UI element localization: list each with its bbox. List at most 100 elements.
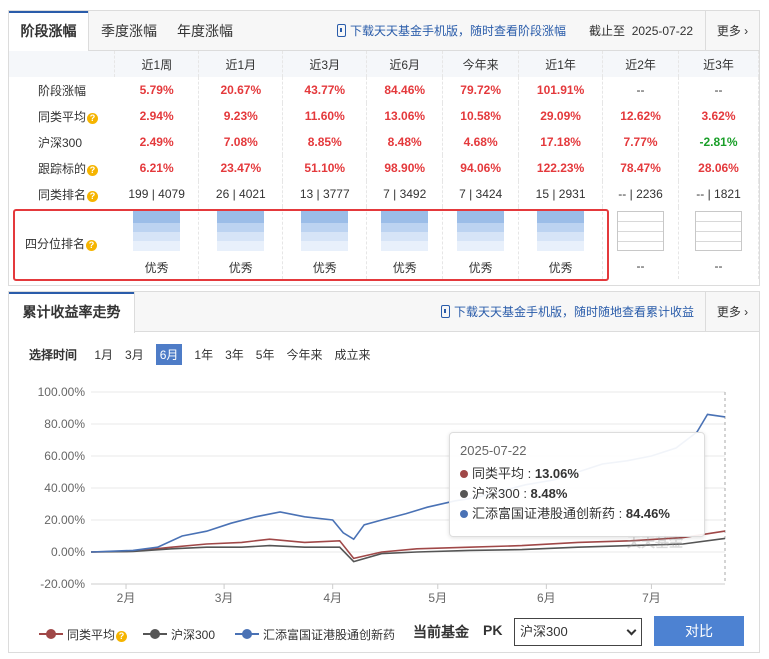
legend-label: 汇添富国证港股通创新药 bbox=[263, 628, 396, 642]
quartile-bar bbox=[381, 211, 429, 251]
series-dot-icon bbox=[460, 510, 468, 518]
range-option-7[interactable]: 成立来 bbox=[335, 346, 371, 363]
table-cell: -- | 2236 bbox=[602, 181, 680, 207]
col-header: 近1月 bbox=[198, 51, 284, 77]
trend-more-link[interactable]: 更多 › bbox=[705, 292, 759, 332]
range-option-6[interactable]: 今年来 bbox=[286, 346, 322, 363]
y-tick-label: 100.00% bbox=[38, 385, 86, 399]
x-tick-label: 3月 bbox=[215, 591, 234, 605]
trend-panel: 累计收益率走势 下载天天基金手机版，随时随地查看累计收益 更多 › 选择时间 1… bbox=[8, 291, 760, 653]
help-icon[interactable]: ? bbox=[87, 112, 99, 124]
col-header: 近1周 bbox=[114, 51, 200, 77]
col-header: 近2年 bbox=[602, 51, 680, 77]
pk-label: 当前基金 bbox=[413, 624, 469, 640]
range-option-5[interactable]: 5年 bbox=[256, 346, 275, 363]
table-cell: 7.08% bbox=[198, 129, 284, 155]
compare-select[interactable]: 沪深300 bbox=[514, 618, 642, 646]
col-header: 今年来 bbox=[442, 51, 520, 77]
help-icon[interactable]: ? bbox=[87, 164, 99, 176]
table-row: 阶段涨幅 5.79% 20.67% 43.77% 84.46% 79.72% 101.91%… bbox=[9, 77, 759, 103]
tab-year[interactable]: 年度涨幅 bbox=[177, 11, 233, 51]
download-app-link[interactable]: 下载天天基金手机版，随时查看阶段涨幅 bbox=[337, 11, 566, 51]
table-cell: 12.62% bbox=[602, 103, 680, 129]
table-cell: 26 | 4021 bbox=[198, 181, 284, 207]
help-icon[interactable]: ? bbox=[86, 239, 98, 251]
trend-download-text: 下载天天基金手机版，随时随地查看累计收益 bbox=[454, 305, 695, 319]
table-cell: 84.46% bbox=[366, 77, 444, 103]
table-cell: 4.68% bbox=[442, 129, 520, 155]
series-dot-icon bbox=[460, 490, 468, 498]
row-label: 同类排名? bbox=[9, 181, 115, 207]
quartile-bar bbox=[537, 211, 585, 251]
quartile-cell: 优秀 bbox=[366, 207, 444, 279]
help-icon[interactable]: ? bbox=[116, 631, 128, 642]
compare-button[interactable]: 对比 bbox=[654, 616, 744, 646]
table-cell: 98.90% bbox=[366, 155, 444, 181]
quartile-label: 四分位排名 bbox=[25, 236, 86, 251]
table-cell: 8.85% bbox=[282, 129, 368, 155]
y-tick-label: 60.00% bbox=[44, 449, 85, 463]
tooltip-series-value: 13.06% bbox=[534, 466, 579, 481]
trend-download-link[interactable]: 下载天天基金手机版，随时随地查看累计收益 bbox=[441, 292, 694, 332]
tab-quarter[interactable]: 季度涨幅 bbox=[101, 11, 157, 51]
quartile-cell: 优秀 bbox=[442, 207, 520, 279]
tooltip-series-name: 汇添富国证港股通创新药 bbox=[472, 506, 616, 521]
table-cell: 6.21% bbox=[114, 155, 200, 181]
quartile-cell: 优秀 bbox=[518, 207, 604, 279]
table-cell: 43.77% bbox=[282, 77, 368, 103]
x-tick-label: 2月 bbox=[117, 591, 136, 605]
table-cell: -- | 1821 bbox=[678, 181, 759, 207]
row-label: 阶段涨幅 bbox=[9, 77, 115, 103]
tooltip-series-name: 沪深300 bbox=[472, 486, 520, 501]
legend-marker-icon bbox=[39, 629, 63, 639]
range-option-4[interactable]: 3年 bbox=[225, 346, 244, 363]
table-row: 同类排名? 199 | 4079 26 | 4021 13 | 3777 7 | 349… bbox=[9, 181, 759, 207]
tooltip-series-value: 84.46% bbox=[625, 506, 670, 521]
y-tick-label: -20.00% bbox=[40, 577, 85, 591]
table-cell: 13 | 3777 bbox=[282, 181, 368, 207]
more-link[interactable]: 更多 › bbox=[705, 11, 759, 51]
pk-text: PK bbox=[483, 622, 503, 638]
asof-text: 截止至 bbox=[589, 24, 626, 38]
table-cell: 20.67% bbox=[198, 77, 284, 103]
quartile-text: -- bbox=[714, 259, 723, 273]
quartile-text: 优秀 bbox=[548, 261, 573, 275]
table-cell: 17.18% bbox=[518, 129, 604, 155]
range-option-1[interactable]: 3月 bbox=[125, 346, 144, 363]
quartile-cell: -- bbox=[602, 207, 680, 279]
quartile-row: 四分位排名? 优秀 优秀 优秀 优秀 优秀 优秀 -- -- bbox=[9, 207, 759, 279]
x-tick-label: 7月 bbox=[642, 591, 661, 605]
range-option-3[interactable]: 1年 bbox=[194, 346, 213, 363]
tab-stage[interactable]: 阶段涨幅 bbox=[9, 11, 89, 52]
table-row: 跟踪标的? 6.21% 23.47% 51.10% 98.90% 94.06% 122.23… bbox=[9, 155, 759, 181]
range-option-0[interactable]: 1月 bbox=[94, 346, 113, 363]
header-empty bbox=[9, 51, 116, 77]
row-label: 同类平均? bbox=[9, 103, 115, 129]
col-header: 近3年 bbox=[678, 51, 759, 77]
legend-item[interactable]: 同类平均? bbox=[39, 626, 128, 643]
quartile-cell: 优秀 bbox=[198, 207, 284, 279]
tooltip-row: 汇添富国证港股通创新药 : 84.46% bbox=[460, 504, 694, 524]
download-text: 下载天天基金手机版，随时查看阶段涨幅 bbox=[350, 24, 567, 38]
help-icon[interactable]: ? bbox=[87, 190, 99, 202]
quartile-text: 优秀 bbox=[392, 261, 417, 275]
table-cell: 7.77% bbox=[602, 129, 680, 155]
legend-item[interactable]: 汇添富国证港股通创新药 bbox=[235, 626, 395, 643]
quartile-bar bbox=[695, 211, 742, 251]
tooltip-row: 沪深300 : 8.48% bbox=[460, 484, 694, 504]
chart-tooltip: 2025-07-22 同类平均 : 13.06% 沪深300 : 8.48% 汇添富… bbox=[449, 432, 705, 537]
trend-title: 累计收益率走势 bbox=[9, 292, 135, 333]
table-cell: 122.23% bbox=[518, 155, 604, 181]
stage-performance-panel: 阶段涨幅 季度涨幅 年度涨幅 下载天天基金手机版，随时查看阶段涨幅 截止至 20… bbox=[8, 10, 760, 286]
chevron-right-icon: › bbox=[740, 305, 749, 319]
table-cell: -2.81% bbox=[678, 129, 759, 155]
tooltip-series-name: 同类平均 bbox=[472, 466, 525, 481]
more-text: 更多 bbox=[716, 24, 741, 38]
quartile-bar bbox=[617, 211, 665, 251]
legend-item[interactable]: 沪深300 bbox=[143, 626, 215, 643]
range-option-2[interactable]: 6月 bbox=[155, 344, 183, 365]
quartile-text: 优秀 bbox=[228, 261, 253, 275]
col-header: 近6月 bbox=[366, 51, 444, 77]
chevron-right-icon: › bbox=[740, 24, 749, 38]
col-header: 近1年 bbox=[518, 51, 604, 77]
